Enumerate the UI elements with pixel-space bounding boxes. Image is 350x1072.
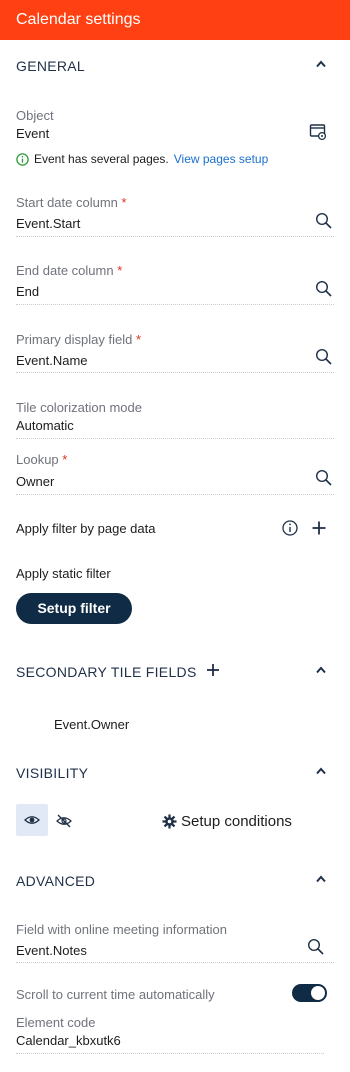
info-icon[interactable]	[281, 519, 299, 537]
apply-filter-page-label: Apply filter by page data	[16, 521, 156, 536]
object-value[interactable]: Event	[16, 126, 49, 141]
panel-header: Calendar settings	[0, 0, 350, 40]
online-meeting-search-icon[interactable]	[307, 938, 325, 956]
online-meeting-value[interactable]: Event.Notes	[16, 943, 87, 958]
online-meeting-label: Field with online meeting information	[16, 922, 227, 937]
add-secondary-field-plus-icon[interactable]	[205, 662, 223, 680]
panel-title: Calendar settings	[16, 11, 141, 28]
secondary-field-item[interactable]: Event.Owner	[54, 717, 129, 732]
end-date-value[interactable]: End	[16, 284, 39, 299]
scroll-to-current-time-label: Scroll to current time automatically	[16, 987, 215, 1002]
apply-static-filter-label: Apply static filter	[16, 566, 111, 581]
section-general-title: GENERAL	[16, 58, 86, 74]
primary-display-value[interactable]: Event.Name	[16, 353, 88, 368]
primary-display-search-icon[interactable]	[315, 348, 333, 366]
eye-icon	[24, 816, 40, 824]
setup-conditions-button[interactable]: Setup conditions	[162, 813, 292, 830]
colorization-underline	[16, 438, 334, 439]
toggle-knob	[311, 986, 325, 1000]
online-meeting-underline	[16, 962, 334, 963]
collapse-secondary-chevron-up-icon[interactable]	[316, 666, 326, 676]
lookup-value[interactable]: Owner	[16, 474, 54, 489]
gear-icon	[162, 814, 177, 829]
element-code-label: Element code	[16, 1015, 96, 1030]
collapse-general-chevron-up-icon[interactable]	[316, 60, 326, 70]
pages-info-text: Event has several pages.	[34, 152, 169, 166]
pages-info-note: Event has several pages. View pages setu…	[16, 152, 268, 166]
lookup-label: Lookup *	[16, 452, 68, 467]
collapse-advanced-chevron-up-icon[interactable]	[316, 875, 326, 885]
start-date-label: Start date column *	[16, 195, 127, 210]
primary-display-underline	[16, 372, 334, 373]
scroll-to-current-time-toggle[interactable]	[292, 984, 327, 1002]
section-advanced-title: ADVANCED	[16, 873, 96, 889]
element-code-underline	[16, 1053, 324, 1054]
object-label: Object	[16, 108, 54, 123]
end-date-underline	[16, 304, 334, 305]
start-date-underline	[16, 236, 334, 237]
visible-toggle-button[interactable]	[16, 804, 48, 836]
view-pages-setup-link[interactable]: View pages setup	[174, 152, 269, 166]
object-settings-icon[interactable]	[309, 123, 327, 141]
section-visibility-title: VISIBILITY	[16, 765, 89, 781]
end-date-label: End date column *	[16, 263, 123, 278]
setup-filter-button[interactable]: Setup filter	[16, 593, 132, 624]
primary-display-label: Primary display field *	[16, 332, 142, 347]
lookup-underline	[16, 494, 334, 495]
hidden-eye-slash-icon[interactable]	[55, 812, 73, 830]
section-secondary-title: SECONDARY TILE FIELDS	[16, 664, 197, 680]
info-circle-icon	[16, 152, 29, 166]
start-date-value[interactable]: Event.Start	[16, 216, 80, 231]
end-date-search-icon[interactable]	[315, 280, 333, 298]
element-code-value[interactable]: Calendar_kbxutk6	[16, 1033, 121, 1048]
start-date-search-icon[interactable]	[315, 212, 333, 230]
lookup-search-icon[interactable]	[315, 469, 333, 487]
colorization-value[interactable]: Automatic	[16, 418, 74, 433]
add-filter-plus-icon[interactable]	[310, 519, 328, 537]
colorization-label: Tile colorization mode	[16, 400, 142, 415]
setup-conditions-label: Setup conditions	[181, 813, 292, 830]
collapse-visibility-chevron-up-icon[interactable]	[316, 767, 326, 777]
